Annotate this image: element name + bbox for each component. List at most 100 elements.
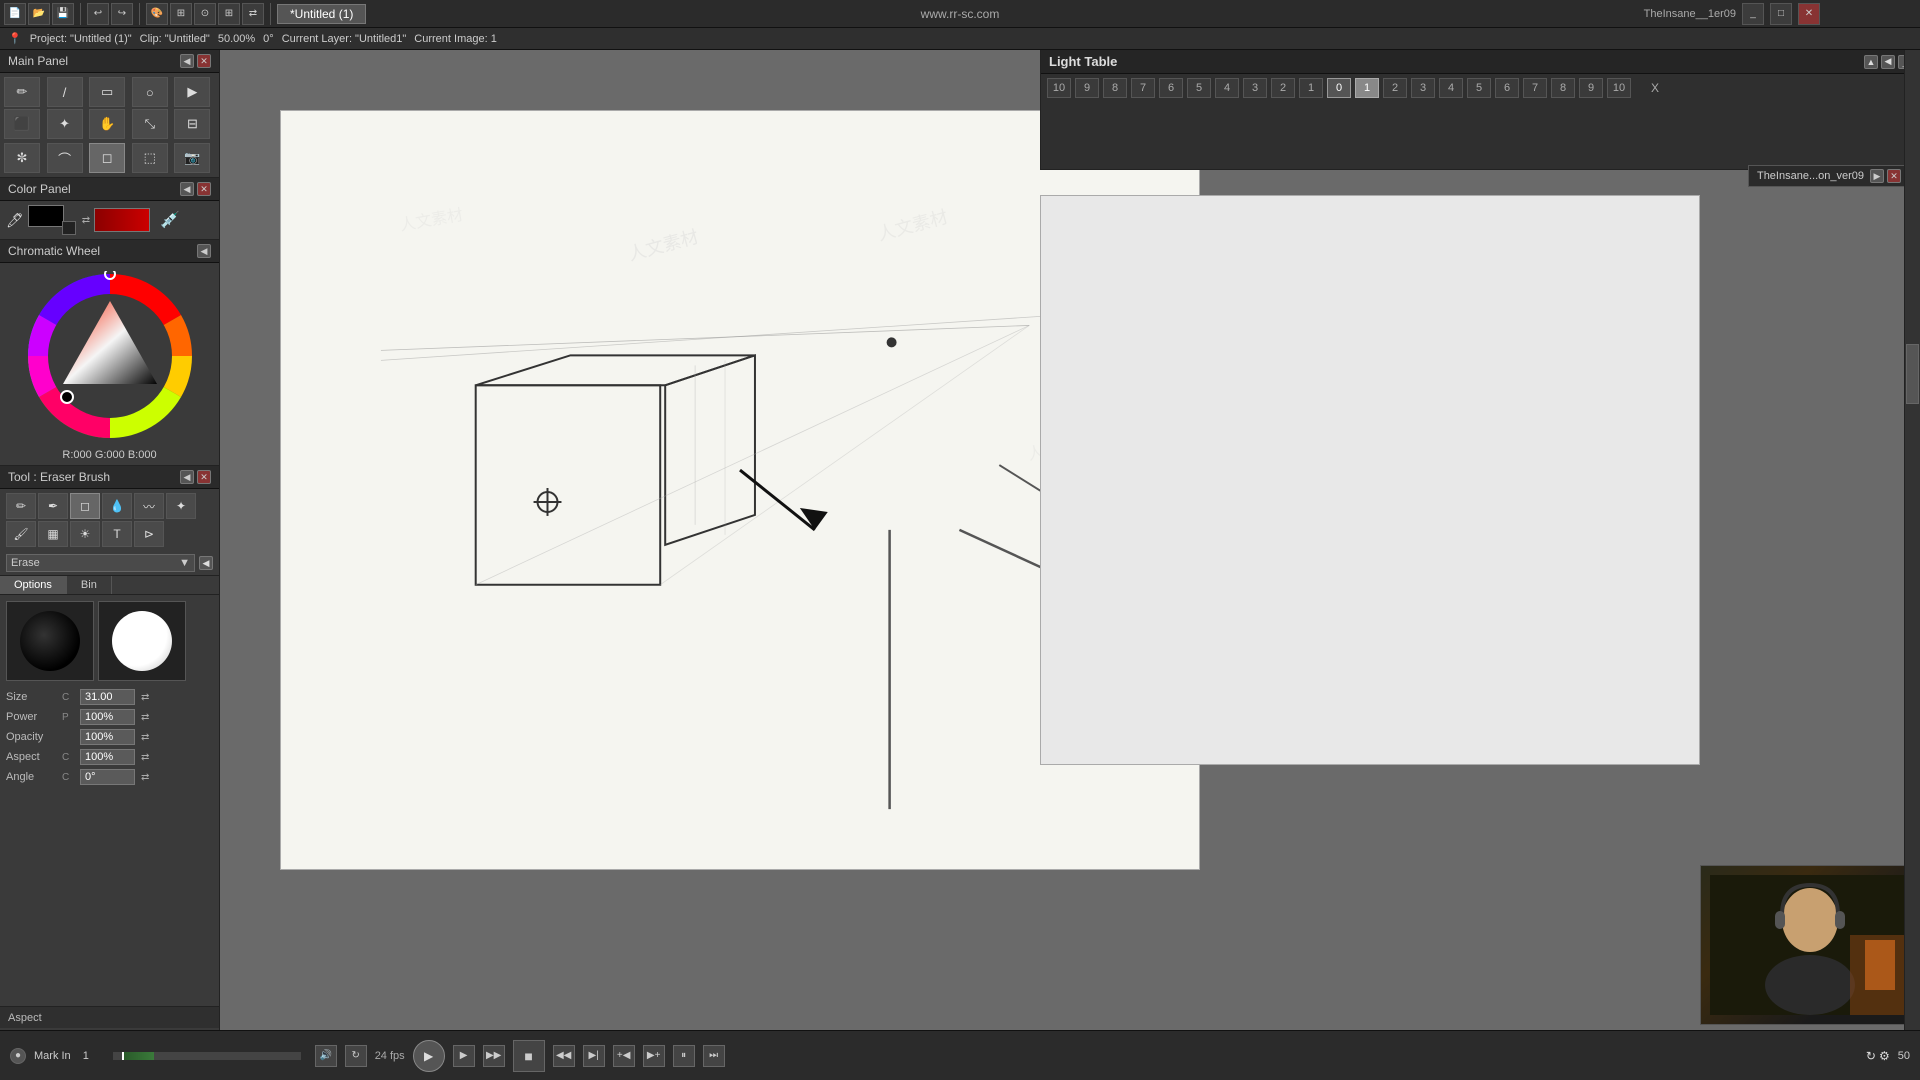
angle-arrows[interactable]: ⇄ bbox=[141, 772, 149, 783]
opacity-arrows[interactable]: ⇄ bbox=[141, 732, 149, 743]
size-input[interactable] bbox=[80, 689, 135, 705]
extra-sub[interactable]: ⊳ bbox=[134, 521, 164, 547]
lt-arrow-btn[interactable]: ▲ bbox=[1864, 55, 1878, 69]
transport-pause[interactable]: ⏸ bbox=[673, 1045, 695, 1067]
eraser-tool[interactable]: ◻ bbox=[89, 143, 125, 173]
opacity-input[interactable] bbox=[80, 729, 135, 745]
transport-back-frame[interactable]: +◀ bbox=[613, 1045, 635, 1067]
lt-num-3-pos[interactable]: 3 bbox=[1411, 78, 1435, 98]
lt-num-6-neg[interactable]: 6 bbox=[1159, 78, 1183, 98]
lt-num-7-neg[interactable]: 7 bbox=[1131, 78, 1155, 98]
tool-arrow-btn[interactable]: ◀ bbox=[180, 470, 194, 484]
background-color[interactable] bbox=[94, 208, 150, 232]
new-btn[interactable]: 📄 bbox=[4, 3, 26, 25]
color-dropper-icon[interactable]: 💉 bbox=[160, 210, 180, 230]
lt-num-3-neg[interactable]: 3 bbox=[1243, 78, 1267, 98]
flip-tool[interactable]: ⊟ bbox=[174, 109, 210, 139]
timeline-track[interactable] bbox=[107, 1052, 307, 1060]
tool-close-btn[interactable]: ✕ bbox=[197, 470, 211, 484]
pencil-sub[interactable]: ✏ bbox=[6, 493, 36, 519]
lt-num-10-neg[interactable]: 10 bbox=[1047, 78, 1071, 98]
aspect-arrows[interactable]: ⇄ bbox=[141, 752, 149, 763]
magic-wand[interactable]: ✦ bbox=[47, 109, 83, 139]
right-scrollbar[interactable] bbox=[1904, 50, 1920, 1030]
move-tool[interactable]: ⤡ bbox=[132, 109, 168, 139]
layer-btn[interactable]: ⊞ bbox=[170, 3, 192, 25]
lt-num-2-pos[interactable]: 2 bbox=[1383, 78, 1407, 98]
erase-arrow-btn[interactable]: ◀ bbox=[199, 556, 213, 570]
fill-tool[interactable]: ▶ bbox=[174, 77, 210, 107]
panel-arrow-btn[interactable]: ◀ bbox=[180, 54, 194, 68]
volume-btn[interactable]: 🔊 bbox=[315, 1045, 337, 1067]
minimize-btn[interactable]: _ bbox=[1742, 3, 1764, 25]
user-close-btn[interactable]: ✕ bbox=[1887, 169, 1901, 183]
play-center-btn[interactable]: ▶ bbox=[413, 1040, 445, 1072]
close-btn[interactable]: ✕ bbox=[1798, 3, 1820, 25]
gradient-sub[interactable]: ▦ bbox=[38, 521, 68, 547]
select-tool[interactable]: ✼ bbox=[4, 143, 40, 173]
transport-step[interactable]: ⏭ bbox=[703, 1045, 725, 1067]
lt-num-8-pos[interactable]: 8 bbox=[1551, 78, 1575, 98]
transport-forward-frame[interactable]: ▶+ bbox=[643, 1045, 665, 1067]
pen-tool[interactable]: ✏ bbox=[4, 77, 40, 107]
transport-stop[interactable]: ■ bbox=[513, 1040, 545, 1072]
color-panel-close[interactable]: ✕ bbox=[197, 182, 211, 196]
maximize-btn[interactable]: □ bbox=[1770, 3, 1792, 25]
smudge-sub[interactable]: 〰 bbox=[134, 493, 164, 519]
lt-num-10-pos[interactable]: 10 bbox=[1607, 78, 1631, 98]
lt-num-7-pos[interactable]: 7 bbox=[1523, 78, 1547, 98]
crop-tool[interactable]: ⬚ bbox=[132, 143, 168, 173]
lt-num-6-pos[interactable]: 6 bbox=[1495, 78, 1519, 98]
undo-btn[interactable]: ↩ bbox=[87, 3, 109, 25]
redo-btn[interactable]: ↪ bbox=[111, 3, 133, 25]
flip-btn[interactable]: ⇄ bbox=[242, 3, 264, 25]
lt-num-0[interactable]: 0 bbox=[1327, 78, 1351, 98]
onion-btn[interactable]: ⊙ bbox=[194, 3, 216, 25]
lt-num-2-neg[interactable]: 2 bbox=[1271, 78, 1295, 98]
camera-tool[interactable]: 📷 bbox=[174, 143, 210, 173]
lt-num-9-neg[interactable]: 9 bbox=[1075, 78, 1099, 98]
erase-dropdown[interactable]: Erase ▼ bbox=[6, 554, 195, 572]
blur-sub[interactable]: 💧 bbox=[102, 493, 132, 519]
lt-x-button[interactable]: X bbox=[1645, 80, 1665, 96]
hand-tool[interactable]: ✋ bbox=[89, 109, 125, 139]
fill-sub[interactable]: 🖌 bbox=[6, 521, 36, 547]
power-input[interactable] bbox=[80, 709, 135, 725]
foreground-color[interactable] bbox=[28, 205, 64, 227]
loop-btn[interactable]: ↻ bbox=[345, 1045, 367, 1067]
lt-num-1-pos[interactable]: 1 bbox=[1355, 78, 1379, 98]
scrollbar-thumb[interactable] bbox=[1906, 344, 1919, 404]
user-play-btn[interactable]: ▶ bbox=[1870, 169, 1884, 183]
open-btn[interactable]: 📂 bbox=[28, 3, 50, 25]
text-sub[interactable]: T bbox=[102, 521, 132, 547]
transport-play[interactable]: ▶ bbox=[453, 1045, 475, 1067]
spray-sub[interactable]: ✦ bbox=[166, 493, 196, 519]
transport-prev[interactable]: ◀◀ bbox=[553, 1045, 575, 1067]
settings-icon[interactable]: ⚙ bbox=[1879, 1049, 1890, 1063]
timeline-bar[interactable] bbox=[113, 1052, 301, 1060]
size-arrows[interactable]: ⇄ bbox=[141, 692, 149, 703]
color-circle-btn[interactable]: 🎨 bbox=[146, 3, 168, 25]
lt-num-5-pos[interactable]: 5 bbox=[1467, 78, 1491, 98]
record-btn[interactable]: ● bbox=[10, 1048, 26, 1064]
tab-bin[interactable]: Bin bbox=[67, 576, 112, 594]
angle-input[interactable] bbox=[80, 769, 135, 785]
lt-num-8-neg[interactable]: 8 bbox=[1103, 78, 1127, 98]
title-tab[interactable]: *Untitled (1) bbox=[277, 4, 366, 24]
circle-tool[interactable]: ○ bbox=[132, 77, 168, 107]
aspect-input[interactable] bbox=[80, 749, 135, 765]
color-wheel-wrapper[interactable] bbox=[25, 271, 195, 441]
lt-num-1-neg[interactable]: 1 bbox=[1299, 78, 1323, 98]
line-tool[interactable]: / bbox=[47, 77, 83, 107]
transport-next-frame[interactable]: ▶| bbox=[583, 1045, 605, 1067]
eraser-sub[interactable]: ◻ bbox=[70, 493, 100, 519]
lt-num-4-neg[interactable]: 4 bbox=[1215, 78, 1239, 98]
tab-options[interactable]: Options bbox=[0, 576, 67, 594]
grid-btn[interactable]: ⊞ bbox=[218, 3, 240, 25]
refresh-icon[interactable]: ↻ bbox=[1866, 1049, 1876, 1063]
lt-num-4-pos[interactable]: 4 bbox=[1439, 78, 1463, 98]
save-btn[interactable]: 💾 bbox=[52, 3, 74, 25]
wheel-arrow-btn[interactable]: ◀ bbox=[197, 244, 211, 258]
lt-num-5-neg[interactable]: 5 bbox=[1187, 78, 1211, 98]
transport-skip-right[interactable]: ▶▶ bbox=[483, 1045, 505, 1067]
